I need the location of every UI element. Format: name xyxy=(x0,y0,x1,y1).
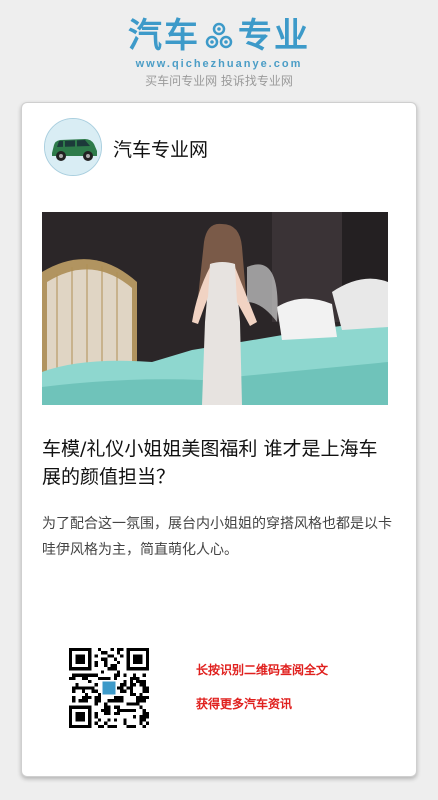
brand-url: www.qichezhuanye.com xyxy=(135,58,303,70)
brand-name-left: 汽车 xyxy=(128,16,200,56)
qr-code-image xyxy=(69,648,149,728)
brand-header: 汽车 专业 www.qichezhuanye.com 买车问专业网 投诉找专业网 xyxy=(0,16,438,89)
qr-caption-line1: 长按识别二维码查阅全文 xyxy=(196,663,329,677)
avatar[interactable] xyxy=(44,118,102,176)
hero-photo xyxy=(42,212,388,405)
hero-image[interactable] xyxy=(42,212,388,405)
brand-logo: 汽车 专业 xyxy=(0,16,438,56)
brand-slogan: 买车问专业网 投诉找专业网 xyxy=(145,74,293,88)
article-title[interactable]: 车模/礼仪小姐姐美图福利 谁才是上海车展的颜值担当？ xyxy=(42,435,392,491)
qr-caption: 长按识别二维码查阅全文 获得更多汽车资讯 xyxy=(196,661,328,729)
qr-caption-line2: 获得更多汽车资讯 xyxy=(196,697,293,711)
article-card[interactable]: 汽车专业网 车模/礼仪小姐姐美图福利 谁才是上海车展的颜值担当？ 为了配合这一氛… xyxy=(21,102,417,777)
qr-code[interactable] xyxy=(69,648,149,728)
gear-icon xyxy=(205,22,233,49)
brand-name-right: 专业 xyxy=(238,16,310,56)
article-summary: 为了配合这一氛围，展台内小姐姐的穿搭风格也都是以卡哇伊风格为主，简直萌化人心。 xyxy=(42,516,392,558)
car-icon xyxy=(45,119,101,175)
author-name[interactable]: 汽车专业网 xyxy=(113,135,208,162)
